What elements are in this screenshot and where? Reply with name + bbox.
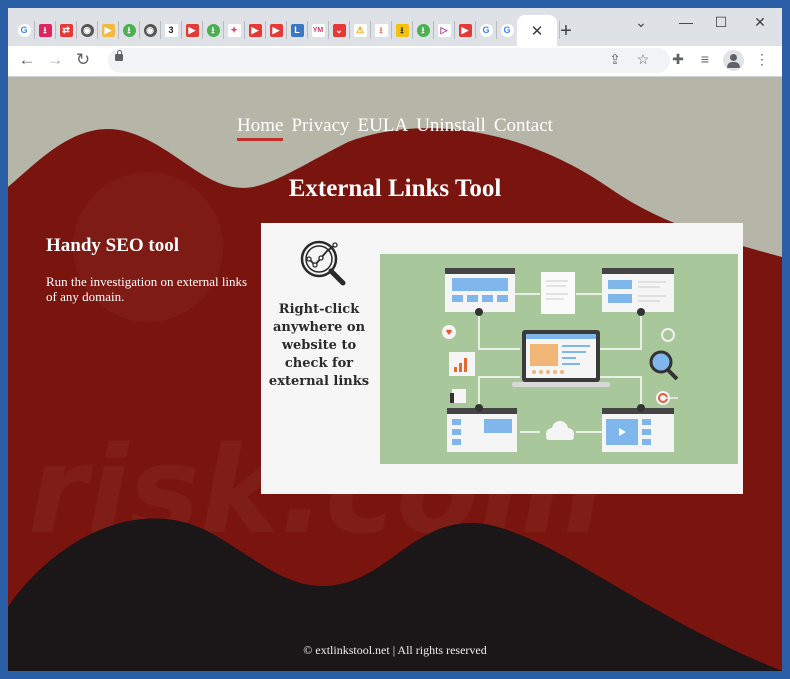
google-3-favicon-icon: G: [500, 23, 514, 37]
warning-favicon-icon: ⚠: [353, 23, 367, 37]
youtube-red-favicon-icon: ▶: [248, 23, 262, 37]
kebab-menu-icon[interactable]: ⋮: [752, 51, 772, 68]
side-heading: Handy SEO tool: [46, 235, 180, 256]
nav-link-uninstall[interactable]: Uninstall: [416, 115, 486, 137]
pinned-tab-pocket-down[interactable]: ⌄: [329, 21, 350, 39]
lock-icon[interactable]: [115, 50, 123, 61]
pinned-tab-youtube-red[interactable]: ▶: [245, 21, 266, 39]
tab-search-chevron-icon[interactable]: ⌄: [631, 14, 651, 31]
site-navigation: Home Privacy EULA Uninstall Contact: [8, 115, 782, 141]
pinned-tab-warning[interactable]: ⚠: [350, 21, 371, 39]
media-control-icon[interactable]: ≡: [695, 51, 715, 67]
browser-window-graphic-bl: [447, 408, 517, 452]
l-logo-favicon-icon: L: [290, 23, 304, 37]
pinned-tab-bird[interactable]: ✦: [224, 21, 245, 39]
nav-link-contact[interactable]: Contact: [494, 115, 553, 137]
download-green-2-favicon-icon: ⭳: [206, 23, 220, 37]
pinned-tab-youtube-red-2[interactable]: ▶: [266, 21, 287, 39]
promo-banner: Right-click anywhere on website to check…: [261, 223, 743, 494]
seo-network-illustration: [380, 254, 738, 464]
pinned-tab-video-camera[interactable]: ▶: [98, 21, 119, 39]
nav-link-home[interactable]: Home: [237, 115, 284, 141]
download-yellow-favicon-icon: ⭳: [395, 23, 409, 37]
back-button[interactable]: ←: [17, 50, 37, 70]
web-page: risk.com HomePrivacyEULAUninstallContact…: [8, 77, 782, 671]
youtube-red-2-favicon-icon: ▶: [269, 23, 283, 37]
pinned-tab-red-arrows[interactable]: ⇄: [56, 21, 77, 39]
nav-link-privacy[interactable]: Privacy: [291, 115, 349, 137]
minimize-button[interactable]: —: [676, 14, 696, 30]
pinned-tab-three-logo[interactable]: 3: [161, 21, 182, 39]
browser-window-graphic-br: [602, 408, 674, 452]
forward-button[interactable]: →: [45, 50, 65, 70]
tab-strip: G⭳⇄◉▶⭳◉3▶⭳✦▶▶LYM⌄⚠⭳⭳⭳▷▶GG✚◠ ✕ + ⌄ — ☐ ✕: [8, 8, 782, 46]
bookmark-star-icon[interactable]: ☆: [633, 51, 653, 68]
youtube-favicon-icon: ▶: [458, 23, 472, 37]
download-green-3-favicon-icon: ⭳: [416, 23, 430, 37]
profile-avatar[interactable]: [723, 50, 744, 71]
pinned-tab-youtube[interactable]: ▶: [455, 21, 476, 39]
browser-window-graphic-tl: [445, 268, 515, 312]
close-tab-icon[interactable]: ✕: [531, 22, 544, 40]
ym-logo-favicon-icon: YM: [311, 23, 325, 37]
pinned-tab-play-purple[interactable]: ▷: [434, 21, 455, 39]
new-tab-button[interactable]: +: [556, 20, 576, 43]
pinned-tab-download-green[interactable]: ⭳: [119, 21, 140, 39]
active-tab[interactable]: ✕: [517, 15, 557, 46]
download-green-favicon-icon: ⭳: [122, 23, 136, 37]
globe-dark-favicon-icon: ◉: [80, 23, 94, 37]
maximize-button[interactable]: ☐: [711, 14, 731, 31]
extensions-puzzle-icon[interactable]: ✚: [668, 51, 688, 68]
pinned-tab-globe-dark[interactable]: ◉: [77, 21, 98, 39]
pinned-tab-download-pink[interactable]: ⭳: [35, 21, 56, 39]
close-window-button[interactable]: ✕: [750, 14, 770, 31]
bird-favicon-icon: ✦: [227, 23, 241, 37]
share-icon[interactable]: ⇪: [605, 51, 625, 68]
pinned-tab-download-green-2[interactable]: ⭳: [203, 21, 224, 39]
reload-button[interactable]: ↻: [73, 50, 93, 70]
pinned-tab-download-green-3[interactable]: ⭳: [413, 21, 434, 39]
pinned-tab-red-play[interactable]: ▶: [182, 21, 203, 39]
browser-window: G⭳⇄◉▶⭳◉3▶⭳✦▶▶LYM⌄⚠⭳⭳⭳▷▶GG✚◠ ✕ + ⌄ — ☐ ✕ …: [8, 8, 782, 671]
promo-instruction-text: Right-click anywhere on website to check…: [268, 302, 370, 389]
side-description: Run the investigation on external links …: [46, 274, 248, 304]
red-arrows-favicon-icon: ⇄: [59, 23, 73, 37]
address-bar[interactable]: ⇪ ☆: [108, 48, 670, 73]
magnifier-chart-icon: [300, 240, 346, 286]
download-pink-favicon-icon: ⭳: [38, 23, 52, 37]
pinned-tab-google-2[interactable]: G: [476, 21, 497, 39]
video-camera-favicon-icon: ▶: [101, 23, 115, 37]
pinned-tab-google[interactable]: G: [14, 21, 35, 39]
footer-copyright: © extlinkstool.net | All rights reserved: [303, 643, 487, 657]
pinned-tab-ym-logo[interactable]: YM: [308, 21, 329, 39]
pinned-tab-globe-dark-2[interactable]: ◉: [140, 21, 161, 39]
play-purple-favicon-icon: ▷: [437, 23, 451, 37]
browser-toolbar: ← → ↻ ⇪ ☆ ✚ ≡ ⋮: [8, 46, 782, 77]
browser-window-graphic-tr: [602, 268, 674, 312]
pinned-tab-download-light-red[interactable]: ⭳: [371, 21, 392, 39]
globe-dark-2-favicon-icon: ◉: [143, 23, 157, 37]
nav-link-eula[interactable]: EULA: [358, 115, 409, 137]
pinned-tab-google-3[interactable]: G: [497, 21, 518, 39]
three-logo-favicon-icon: 3: [164, 23, 178, 37]
pinned-tabs: G⭳⇄◉▶⭳◉3▶⭳✦▶▶LYM⌄⚠⭳⭳⭳▷▶GG✚◠: [14, 20, 560, 40]
pinned-tab-l-logo[interactable]: L: [287, 21, 308, 39]
download-light-red-favicon-icon: ⭳: [374, 23, 388, 37]
red-play-favicon-icon: ▶: [185, 23, 199, 37]
pocket-down-favicon-icon: ⌄: [332, 23, 346, 37]
page-title: External Links Tool: [288, 175, 502, 202]
laptop-graphic: [512, 330, 610, 387]
pinned-tab-download-yellow[interactable]: ⭳: [392, 21, 413, 39]
google-favicon-icon: G: [17, 23, 31, 37]
google-2-favicon-icon: G: [479, 23, 493, 37]
